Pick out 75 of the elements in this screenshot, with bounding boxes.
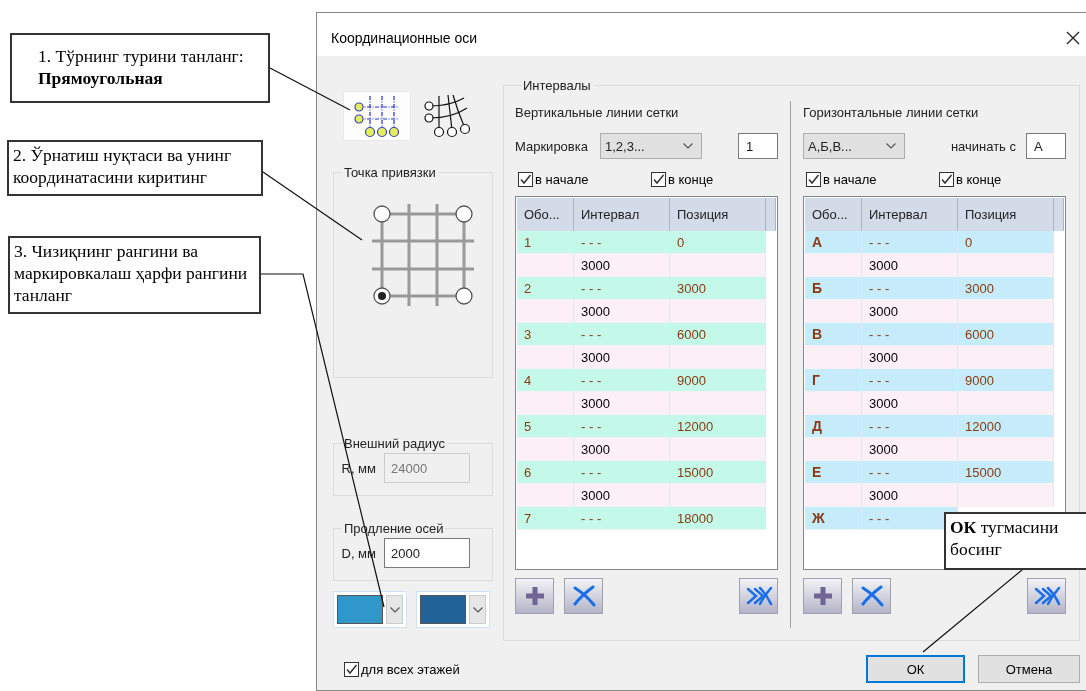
- checkbox-label: в конце: [668, 172, 714, 187]
- table-cell: - - -: [574, 231, 670, 254]
- checkbox-label: для всех этажей: [361, 661, 460, 677]
- marking-label: Маркировка: [515, 138, 588, 154]
- start-field[interactable]: А: [1026, 133, 1066, 159]
- table-cell: 3000: [574, 346, 670, 369]
- table-cell: Е: [805, 461, 862, 484]
- table-cell: - - -: [574, 323, 670, 346]
- table-cell: 15000: [670, 461, 766, 484]
- table-cell: - - -: [862, 277, 958, 300]
- table-cell: Б: [805, 277, 862, 300]
- checkbox-label: в конце: [956, 172, 1002, 187]
- window-title: Координационные оси: [331, 28, 478, 46]
- table-cell: Ж: [805, 507, 862, 530]
- marking-dropdown[interactable]: 1,2,3...: [599, 133, 702, 159]
- table-cell: 3000: [574, 484, 670, 507]
- table-cell: 12000: [670, 415, 766, 438]
- callout-note: 3. Чизиқнинг рангини ва маркировкалаш ҳарфи рангини танланг: [8, 236, 261, 314]
- panel-title: Вертикальные линии сетки: [515, 105, 680, 122]
- table-cell: 5: [517, 415, 574, 438]
- table-cell: - - -: [574, 277, 670, 300]
- table-cell: 3000: [574, 392, 670, 415]
- checkbox-label: в начале: [823, 172, 877, 187]
- table-cell: 3: [517, 323, 574, 346]
- start-label: начинать с: [950, 138, 1016, 154]
- table-cell: - - -: [574, 507, 670, 530]
- dialog-button[interactable]: ОК: [866, 655, 965, 683]
- table-cell: 12000: [958, 415, 1054, 438]
- table-cell: - - -: [862, 369, 958, 392]
- table-cell: - - -: [862, 415, 958, 438]
- extension-field[interactable]: 2000: [384, 538, 470, 568]
- marking-dropdown[interactable]: А,Б,В...: [803, 133, 905, 159]
- table-cell: 3000: [862, 300, 958, 323]
- table-cell: В: [805, 323, 862, 346]
- table-cell: 3000: [574, 438, 670, 461]
- table-cell: - - -: [862, 231, 958, 254]
- table-cell: 9000: [670, 369, 766, 392]
- table-cell: 7: [517, 507, 574, 530]
- table-cell: 4: [517, 369, 574, 392]
- table-cell: 6: [517, 461, 574, 484]
- group-label: Интервалы: [522, 78, 592, 93]
- table-cell: 18000: [670, 507, 766, 530]
- table-cell: 3000: [670, 277, 766, 300]
- table-cell: - - -: [574, 369, 670, 392]
- table-cell: Д: [805, 415, 862, 438]
- table-cell: - - -: [862, 323, 958, 346]
- table-cell: 3000: [862, 484, 958, 507]
- table-cell: - - -: [862, 461, 958, 484]
- table-cell: 3000: [862, 392, 958, 415]
- start-field[interactable]: 1: [738, 133, 778, 159]
- table-cell: 3000: [862, 438, 958, 461]
- checkbox-label: в начале: [535, 172, 589, 187]
- table-cell: 3000: [862, 346, 958, 369]
- group-label: Точка привязки: [343, 165, 437, 180]
- table-cell: 3000: [574, 300, 670, 323]
- table-cell: 15000: [958, 461, 1054, 484]
- dialog-button[interactable]: Отмена: [978, 655, 1080, 683]
- table-cell: Г: [805, 369, 862, 392]
- table-cell: 0: [958, 231, 1054, 254]
- table-cell: 2: [517, 277, 574, 300]
- table-cell: 3000: [862, 254, 958, 277]
- table-cell: 3000: [958, 277, 1054, 300]
- group-label: Внешний радиус: [343, 436, 446, 451]
- table-cell: А: [805, 231, 862, 254]
- table-cell: 1: [517, 231, 574, 254]
- callout-note: 2. Ўрнатиш нуқтаси ва унинг координатасини киритинг: [7, 140, 263, 196]
- table-cell: 6000: [958, 323, 1054, 346]
- table-cell: 9000: [958, 369, 1054, 392]
- table-cell: 6000: [670, 323, 766, 346]
- callout-note: 1. Тўрнинг турини танланг: Прямоугольная: [10, 33, 270, 103]
- panel-title: Горизонтальные линии сетки: [803, 105, 980, 122]
- table-cell: - - -: [574, 461, 670, 484]
- table-cell: 3000: [574, 254, 670, 277]
- table-cell: 0: [670, 231, 766, 254]
- table-cell: - - -: [574, 415, 670, 438]
